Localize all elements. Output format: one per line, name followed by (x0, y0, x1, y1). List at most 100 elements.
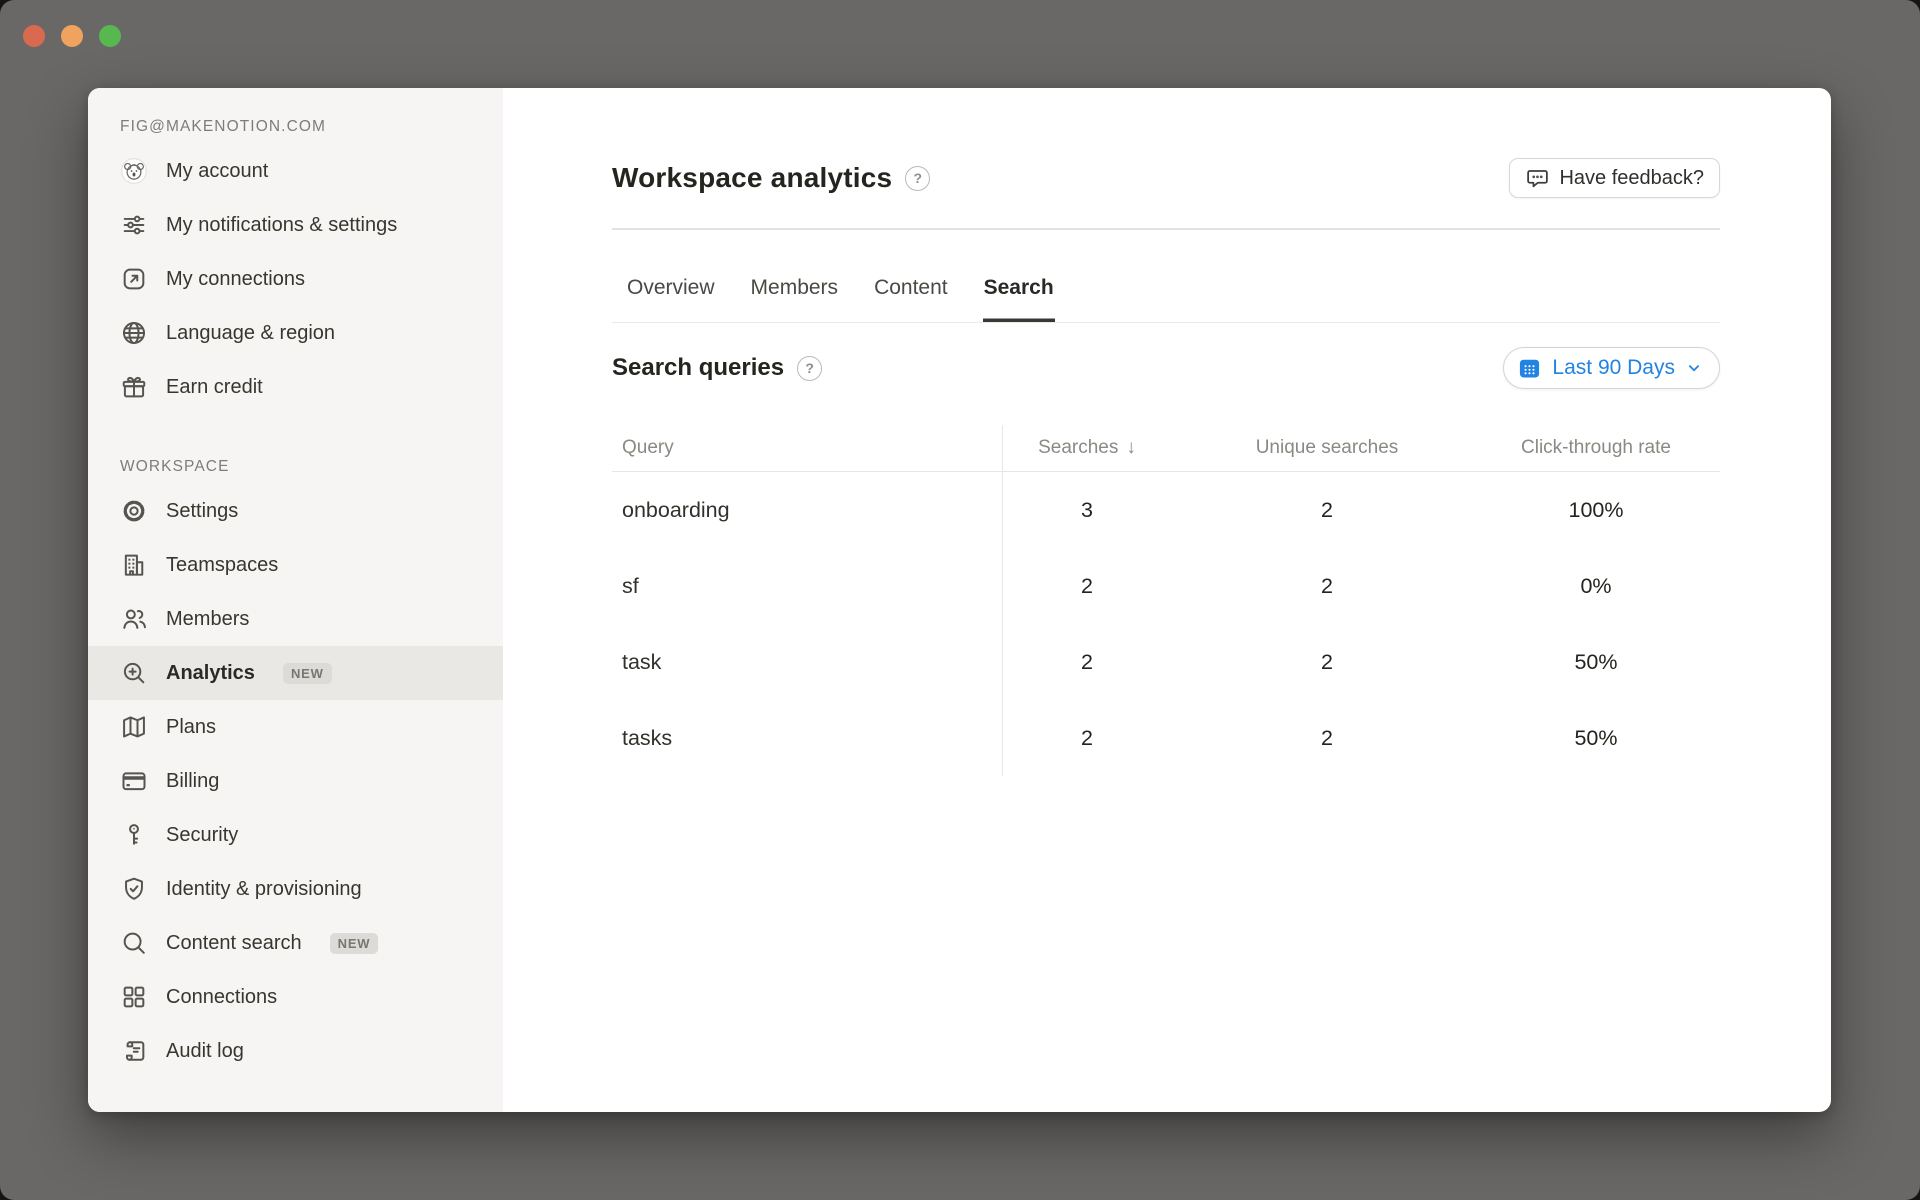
chevron-down-icon (1685, 359, 1703, 377)
sidebar-item-label: My connections (166, 265, 305, 293)
cell-searches: 2 (992, 574, 1182, 599)
sidebar-item-my-notifications-settings[interactable]: My notifications & settings (88, 198, 503, 252)
avatar-koala (120, 157, 148, 185)
new-badge: NEW (330, 933, 379, 954)
have-feedback-button[interactable]: Have feedback? (1509, 158, 1720, 198)
date-range-label: Last 90 Days (1552, 356, 1675, 380)
column-header-unique-searches[interactable]: Unique searches (1182, 437, 1472, 459)
sidebar-item-audit-log[interactable]: Audit log (88, 1024, 503, 1078)
grid-icon (120, 983, 148, 1011)
sidebar-item-identity-provisioning[interactable]: Identity & provisioning (88, 862, 503, 916)
column-label: Searches (1038, 437, 1118, 459)
tab-content[interactable]: Content (873, 260, 949, 322)
notion-settings-window: FIG@MAKENOTION.COM My account My notifica… (88, 88, 1831, 1112)
credit-card-icon (120, 767, 148, 795)
section-header: Search queries ? Last 90 Days (612, 345, 1720, 391)
table-body: onboarding32100%sf220%task2250%tasks2250… (612, 472, 1720, 776)
arrow-up-right-icon (120, 265, 148, 293)
map-icon (120, 713, 148, 741)
table-row: onboarding32100% (612, 472, 1720, 548)
settings-sidebar: FIG@MAKENOTION.COM My account My notifica… (88, 88, 503, 1112)
cell-query: task (612, 650, 992, 675)
people-icon (120, 605, 148, 633)
sidebar-item-connections[interactable]: Connections (88, 970, 503, 1024)
sidebar-item-members[interactable]: Members (88, 592, 503, 646)
column-header-searches[interactable]: Searches ↓ (992, 437, 1182, 459)
cell-searches: 2 (992, 726, 1182, 751)
cell-query: tasks (612, 726, 992, 751)
close-window-button[interactable] (23, 25, 45, 47)
sidebar-item-settings[interactable]: Settings (88, 484, 503, 538)
sidebar-item-label: Members (166, 605, 249, 633)
account-email: FIG@MAKENOTION.COM (120, 118, 471, 136)
sidebar-item-teamspaces[interactable]: Teamspaces (88, 538, 503, 592)
gift-icon (120, 373, 148, 401)
sidebar-item-billing[interactable]: Billing (88, 754, 503, 808)
cell-click-through-rate: 50% (1472, 650, 1720, 675)
sidebar-item-plans[interactable]: Plans (88, 700, 503, 754)
sidebar-item-label: My notifications & settings (166, 211, 397, 239)
page-title: Workspace analytics (612, 162, 892, 194)
sidebar-item-analytics[interactable]: Analytics NEW (88, 646, 503, 700)
key-icon (120, 821, 148, 849)
shield-check-icon (120, 875, 148, 903)
sidebar-item-label: Plans (166, 713, 216, 741)
column-label: Click-through rate (1521, 437, 1671, 459)
column-header-click-through-rate[interactable]: Click-through rate (1472, 437, 1720, 459)
cell-unique-searches: 2 (1182, 498, 1472, 523)
desktop-background: FIG@MAKENOTION.COM My account My notifica… (0, 0, 1920, 1200)
sidebar-item-label: Identity & provisioning (166, 875, 362, 903)
zoom-window-button[interactable] (99, 25, 121, 47)
help-icon[interactable]: ? (797, 356, 822, 381)
table-header-row: Query Searches ↓ Unique searches Click-throu… (612, 425, 1720, 472)
column-divider (1002, 425, 1003, 776)
tab-search[interactable]: Search (983, 260, 1055, 322)
analytics-tab-bar: Overview Members Content Search (612, 260, 1720, 323)
gear-icon (120, 497, 148, 525)
page-header: Workspace analytics ? Have feedback? (612, 156, 1720, 200)
sidebar-item-my-account[interactable]: My account (88, 144, 503, 198)
sidebar-item-label: Billing (166, 767, 219, 795)
sidebar-item-label: Security (166, 821, 238, 849)
column-header-query[interactable]: Query (612, 437, 992, 459)
column-label: Unique searches (1256, 437, 1399, 459)
table-row: tasks2250% (612, 700, 1720, 776)
cell-click-through-rate: 0% (1472, 574, 1720, 599)
sidebar-item-label: Language & region (166, 319, 335, 347)
help-icon[interactable]: ? (905, 166, 930, 191)
have-feedback-label: Have feedback? (1559, 167, 1704, 190)
tab-overview[interactable]: Overview (626, 260, 716, 322)
sidebar-item-label: Content search (166, 929, 302, 957)
date-range-filter-button[interactable]: Last 90 Days (1503, 347, 1720, 389)
sort-descending-icon: ↓ (1126, 437, 1136, 459)
header-divider (612, 228, 1720, 230)
scroll-icon (120, 1037, 148, 1065)
cell-searches: 2 (992, 650, 1182, 675)
sidebar-item-label: Analytics (166, 659, 255, 687)
cell-unique-searches: 2 (1182, 726, 1472, 751)
table-row: task2250% (612, 624, 1720, 700)
minimize-window-button[interactable] (61, 25, 83, 47)
workspace-section-label: WORKSPACE (120, 458, 471, 476)
sidebar-item-label: Earn credit (166, 373, 263, 401)
sidebar-item-label: Audit log (166, 1037, 244, 1065)
cell-unique-searches: 2 (1182, 574, 1472, 599)
sidebar-item-label: My account (166, 157, 268, 185)
tab-members[interactable]: Members (750, 260, 840, 322)
sidebar-item-content-search[interactable]: Content search NEW (88, 916, 503, 970)
magnifier-plus-icon (120, 659, 148, 687)
cell-query: onboarding (612, 498, 992, 523)
window-controls (23, 25, 121, 47)
sidebar-item-language-region[interactable]: Language & region (88, 306, 503, 360)
section-title: Search queries (612, 354, 784, 382)
cell-unique-searches: 2 (1182, 650, 1472, 675)
building-icon (120, 551, 148, 579)
cell-query: sf (612, 574, 992, 599)
table-row: sf220% (612, 548, 1720, 624)
search-icon (120, 929, 148, 957)
globe-icon (120, 319, 148, 347)
sidebar-item-my-connections[interactable]: My connections (88, 252, 503, 306)
sidebar-item-security[interactable]: Security (88, 808, 503, 862)
new-badge: NEW (283, 663, 332, 684)
sidebar-item-earn-credit[interactable]: Earn credit (88, 360, 503, 414)
